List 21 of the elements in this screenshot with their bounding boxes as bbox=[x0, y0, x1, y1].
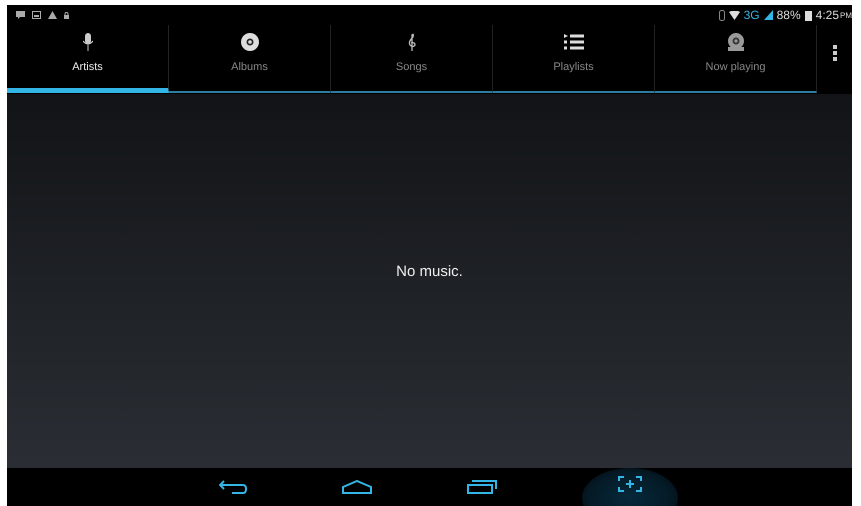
lock-icon bbox=[64, 12, 69, 18]
battery-percent: 88% bbox=[776, 8, 801, 22]
clock-period: PM bbox=[840, 10, 852, 20]
battery-icon bbox=[804, 10, 812, 20]
empty-message: No music. bbox=[396, 262, 463, 280]
speaker-icon bbox=[726, 33, 744, 51]
signal-icon bbox=[764, 10, 773, 20]
disc-icon bbox=[240, 33, 258, 51]
recent-apps-icon[interactable] bbox=[467, 480, 497, 494]
home-icon[interactable] bbox=[342, 480, 372, 494]
image-icon bbox=[32, 11, 41, 19]
network-type: 3G bbox=[744, 8, 760, 22]
treble-clef-icon bbox=[406, 33, 416, 51]
warning-icon bbox=[48, 11, 57, 19]
back-icon[interactable] bbox=[219, 480, 247, 494]
list-icon bbox=[564, 33, 584, 51]
message-icon bbox=[16, 11, 25, 19]
screenshot-icon bbox=[618, 476, 642, 492]
microphone-icon bbox=[82, 33, 92, 51]
clock-time: 4:25 bbox=[816, 8, 839, 22]
wifi-icon bbox=[728, 10, 740, 20]
